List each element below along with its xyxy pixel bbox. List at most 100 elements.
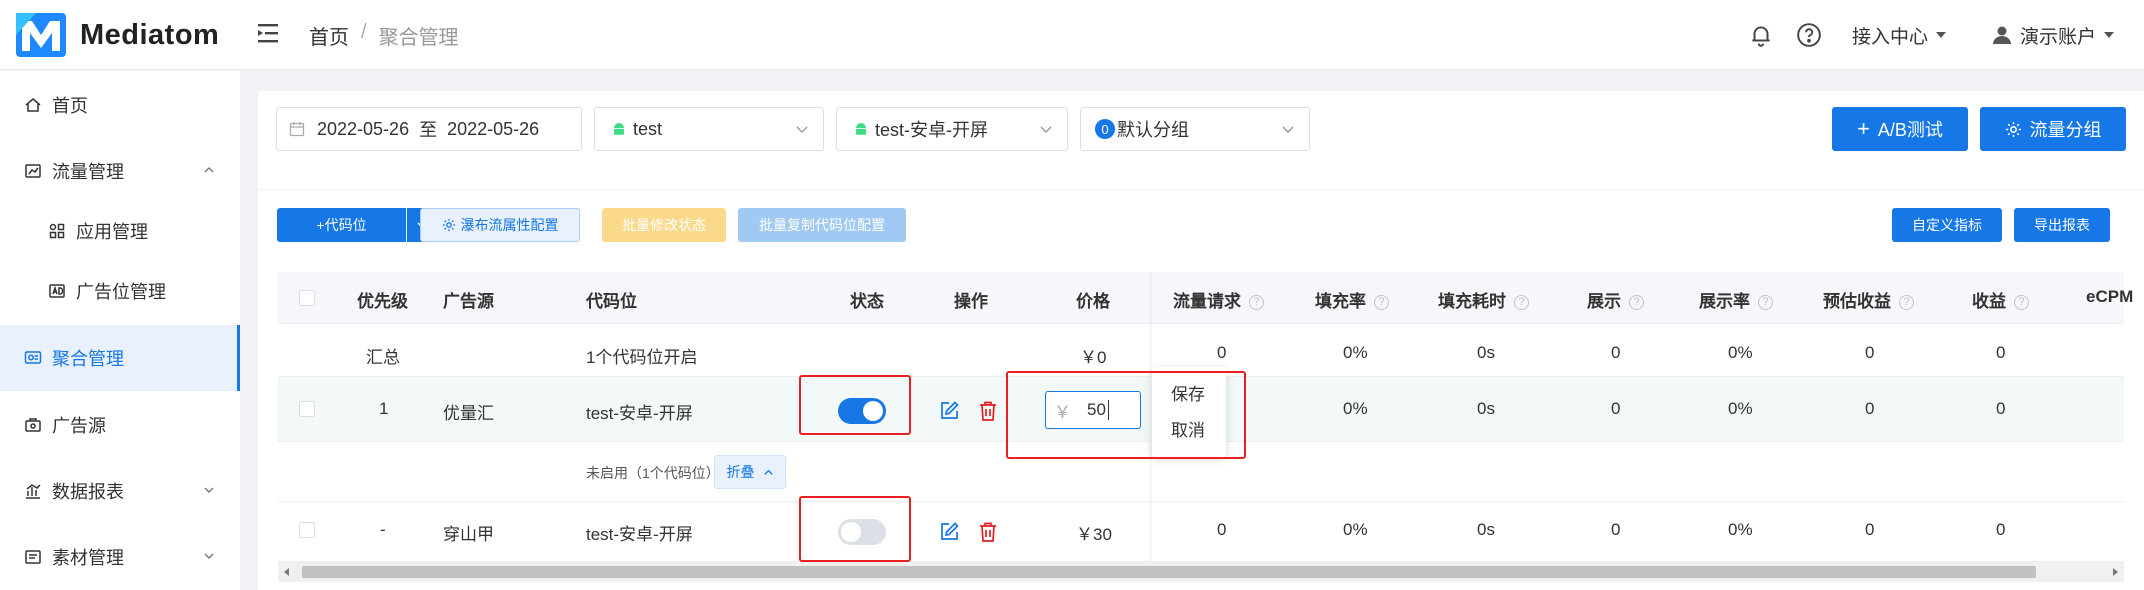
help-icon[interactable]: ?	[2014, 295, 2029, 310]
mediatom-logo-icon	[16, 13, 66, 57]
col-ecpm[interactable]: eCPM	[2086, 287, 2133, 307]
horizontal-scrollbar[interactable]	[278, 562, 2124, 582]
summary-impression-rate: 0%	[1728, 343, 1753, 362]
col-impressions[interactable]: 展示?	[1587, 287, 1644, 312]
date-range-separator: 至	[419, 120, 438, 140]
col-label: 预估收益	[1823, 292, 1891, 311]
menu-collapse-icon[interactable]	[258, 22, 282, 44]
col-price[interactable]: 价格	[1076, 287, 1110, 312]
batch-copy-button[interactable]: 批量复制代码位配置	[738, 208, 906, 242]
group-select-value: 默认分组	[1117, 120, 1189, 140]
row-fill-time: 0s	[1477, 520, 1495, 539]
traffic-group-button[interactable]: 流量分组	[1980, 107, 2126, 151]
batch-copy-label: 批量复制代码位配置	[759, 217, 885, 233]
sidebar-item-reports[interactable]: 数据报表	[0, 461, 240, 521]
select-all-checkbox[interactable]	[299, 290, 315, 306]
group-select[interactable]: 0 默认分组	[1080, 107, 1310, 151]
row-checkbox[interactable]	[299, 401, 315, 417]
add-code-button[interactable]: +代码位	[277, 208, 406, 242]
chevron-up-icon	[204, 167, 214, 173]
highlight-box	[799, 375, 911, 435]
access-center-menu[interactable]: 接入中心	[1852, 22, 1946, 49]
highlight-box	[1006, 371, 1246, 459]
row-ad-source: 穿山甲	[443, 525, 494, 544]
sidebar-item-home[interactable]: 首页	[0, 75, 240, 135]
help-icon[interactable]: ?	[1374, 295, 1389, 310]
android-icon	[856, 123, 866, 135]
collapse-label: 折叠	[726, 464, 755, 480]
android-icon	[614, 123, 624, 135]
sidebar-item-traffic[interactable]: 流量管理	[0, 141, 240, 201]
sidebar-item-label: 流量管理	[52, 162, 124, 182]
logo[interactable]: Mediatom	[16, 13, 219, 57]
chevron-down-icon	[204, 553, 214, 559]
placement-select[interactable]: test-安卓-开屏	[836, 107, 1068, 151]
sidebar-item-ad-source[interactable]: 广告源	[0, 395, 240, 455]
app-name: Mediatom	[80, 18, 220, 51]
col-revenue[interactable]: 收益?	[1972, 287, 2029, 312]
account-menu[interactable]: 演示账户	[1992, 22, 2114, 49]
access-center-label: 接入中心	[1851, 26, 1928, 48]
sidebar-item-materials[interactable]: 素材管理	[0, 527, 240, 587]
date-range-picker[interactable]: 2022-05-26 至 2022-05-26	[276, 107, 582, 151]
col-label: 展示率	[1699, 292, 1750, 311]
edit-icon[interactable]	[938, 400, 960, 422]
summary-fill-rate: 0%	[1343, 343, 1368, 362]
col-traffic-requests[interactable]: 流量请求?	[1173, 287, 1264, 312]
scroll-left-icon[interactable]	[282, 567, 292, 577]
scroll-right-icon[interactable]	[2110, 567, 2120, 577]
col-code[interactable]: 代码位	[586, 287, 637, 312]
help-icon[interactable]: ?	[1514, 295, 1529, 310]
row-code: test-安卓-开屏	[586, 404, 693, 423]
sidebar-item-app-management[interactable]: 应用管理	[0, 201, 240, 261]
col-impression-rate[interactable]: 展示率?	[1699, 287, 1773, 312]
delete-icon[interactable]	[978, 400, 998, 422]
help-icon[interactable]: ?	[1249, 295, 1264, 310]
col-priority[interactable]: 优先级	[357, 287, 408, 312]
group-count-badge: 0	[1095, 119, 1115, 139]
delete-icon[interactable]	[978, 521, 998, 543]
ad-placement-icon	[49, 284, 65, 298]
ab-test-button[interactable]: + A/B测试	[1832, 107, 1968, 151]
col-ad-source[interactable]: 广告源	[443, 287, 494, 312]
collapse-button[interactable]: 折叠	[714, 455, 786, 489]
custom-metrics-button[interactable]: 自定义指标	[1892, 208, 2002, 242]
col-fill-time[interactable]: 填充耗时?	[1438, 287, 1529, 312]
export-report-button[interactable]: 导出报表	[2014, 208, 2110, 242]
row-checkbox[interactable]	[299, 522, 315, 538]
top-header: Mediatom 首页 / 聚合管理 接入中心 演示账户	[0, 0, 2144, 70]
col-status[interactable]: 状态	[850, 287, 884, 312]
highlight-box	[799, 496, 911, 562]
help-icon[interactable]	[1796, 22, 1822, 48]
row-priority: -	[380, 520, 386, 539]
row-fill-time: 0s	[1477, 399, 1495, 418]
sidebar-item-aggregation[interactable]: 聚合管理	[0, 325, 240, 391]
app-select[interactable]: test	[594, 107, 824, 151]
bell-icon[interactable]	[1748, 22, 1774, 48]
batch-status-button[interactable]: 批量修改状态	[602, 208, 726, 242]
gear-icon	[2005, 121, 2021, 137]
date-start: 2022-05-26	[317, 118, 410, 139]
row-divider	[278, 501, 2124, 502]
breadcrumb-separator: /	[361, 21, 367, 43]
row-fill-rate: 0%	[1343, 520, 1368, 539]
summary-est-revenue: 0	[1865, 343, 1875, 362]
scrollbar-thumb[interactable]	[302, 566, 2036, 578]
apps-icon	[49, 223, 65, 239]
app-select-value: test	[633, 118, 663, 139]
col-est-revenue[interactable]: 预估收益?	[1823, 287, 1914, 312]
col-fill-rate[interactable]: 填充率?	[1315, 287, 1389, 312]
chevron-down-icon	[1935, 32, 1946, 38]
col-actions[interactable]: 操作	[954, 287, 988, 312]
edit-icon[interactable]	[938, 521, 960, 543]
breadcrumb: 首页 / 聚合管理	[309, 21, 459, 50]
table-card: +代码位 瀑布流属性配置 批量修改状态 批量复制代码位配置 自定义指标 导出报表…	[258, 190, 2144, 590]
waterfall-config-button[interactable]: 瀑布流属性配置	[420, 208, 580, 242]
help-icon[interactable]: ?	[1899, 295, 1914, 310]
help-icon[interactable]: ?	[1758, 295, 1773, 310]
sidebar-item-placement-management[interactable]: 广告位管理	[0, 261, 240, 321]
row-revenue: 0	[1996, 520, 2006, 539]
gear-icon	[442, 218, 455, 232]
help-icon[interactable]: ?	[1629, 295, 1644, 310]
breadcrumb-home[interactable]: 首页	[309, 21, 349, 50]
